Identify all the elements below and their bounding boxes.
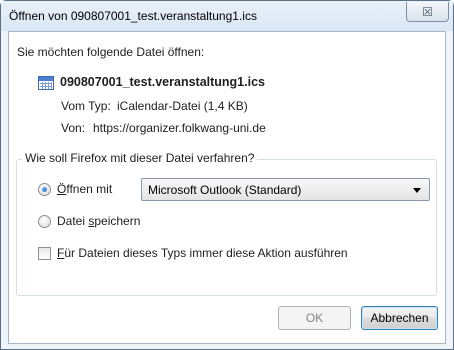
title-bar: Öffnen von 090807001_test.veranstaltung1… (1, 1, 453, 31)
save-file-label-after: peichern (94, 214, 141, 228)
cancel-button-label: Abbrechen (370, 311, 429, 325)
cancel-button[interactable]: Abbrechen (361, 306, 438, 330)
ok-button-label: OK (305, 311, 324, 325)
save-file-radio[interactable] (38, 215, 51, 228)
file-type-label: Vom Typ: (61, 99, 111, 113)
dialog-content: Sie möchten folgende Datei öffnen: 09080… (8, 31, 446, 344)
dialog-window: Öffnen von 090807001_test.veranstaltung1… (0, 0, 454, 350)
always-action-label[interactable]: Für Dateien dieses Typs immer diese Akti… (57, 246, 348, 260)
open-with-label-rest: ffnen mit (66, 182, 113, 196)
open-with-accel: Ö (57, 182, 67, 196)
ok-button[interactable]: OK (278, 306, 351, 330)
window-title: Öffnen von 090807001_test.veranstaltung1… (9, 9, 257, 23)
application-select-value: Microsoft Outlook (Standard) (148, 183, 302, 197)
calendar-file-icon (38, 76, 54, 90)
action-group-legend: Wie soll Firefox mit dieser Datei verfah… (22, 151, 258, 165)
always-action-checkbox[interactable] (38, 247, 51, 260)
application-select[interactable]: Microsoft Outlook (Standard) (141, 178, 430, 201)
file-type-value: iCalendar-Datei (1,4 KB) (117, 99, 248, 113)
dropdown-arrow-icon (413, 188, 421, 193)
open-with-radio[interactable] (38, 183, 51, 196)
open-with-label[interactable]: Öffnen mit (57, 182, 112, 196)
radio-selected-dot (42, 187, 47, 192)
file-source-value: https://organizer.folkwang-uni.de (93, 121, 266, 135)
file-name: 090807001_test.veranstaltung1.ics (60, 75, 265, 89)
close-button[interactable]: ☒ (406, 2, 449, 22)
file-source-label: Von: (61, 121, 86, 135)
close-icon: ☒ (422, 4, 433, 19)
intro-text: Sie möchten folgende Datei öffnen: (17, 45, 205, 59)
save-file-label-before: Datei (57, 214, 89, 228)
save-file-label[interactable]: Datei speichern (57, 214, 140, 228)
always-action-label-rest: ür Dateien dieses Typs immer diese Aktio… (64, 246, 348, 260)
